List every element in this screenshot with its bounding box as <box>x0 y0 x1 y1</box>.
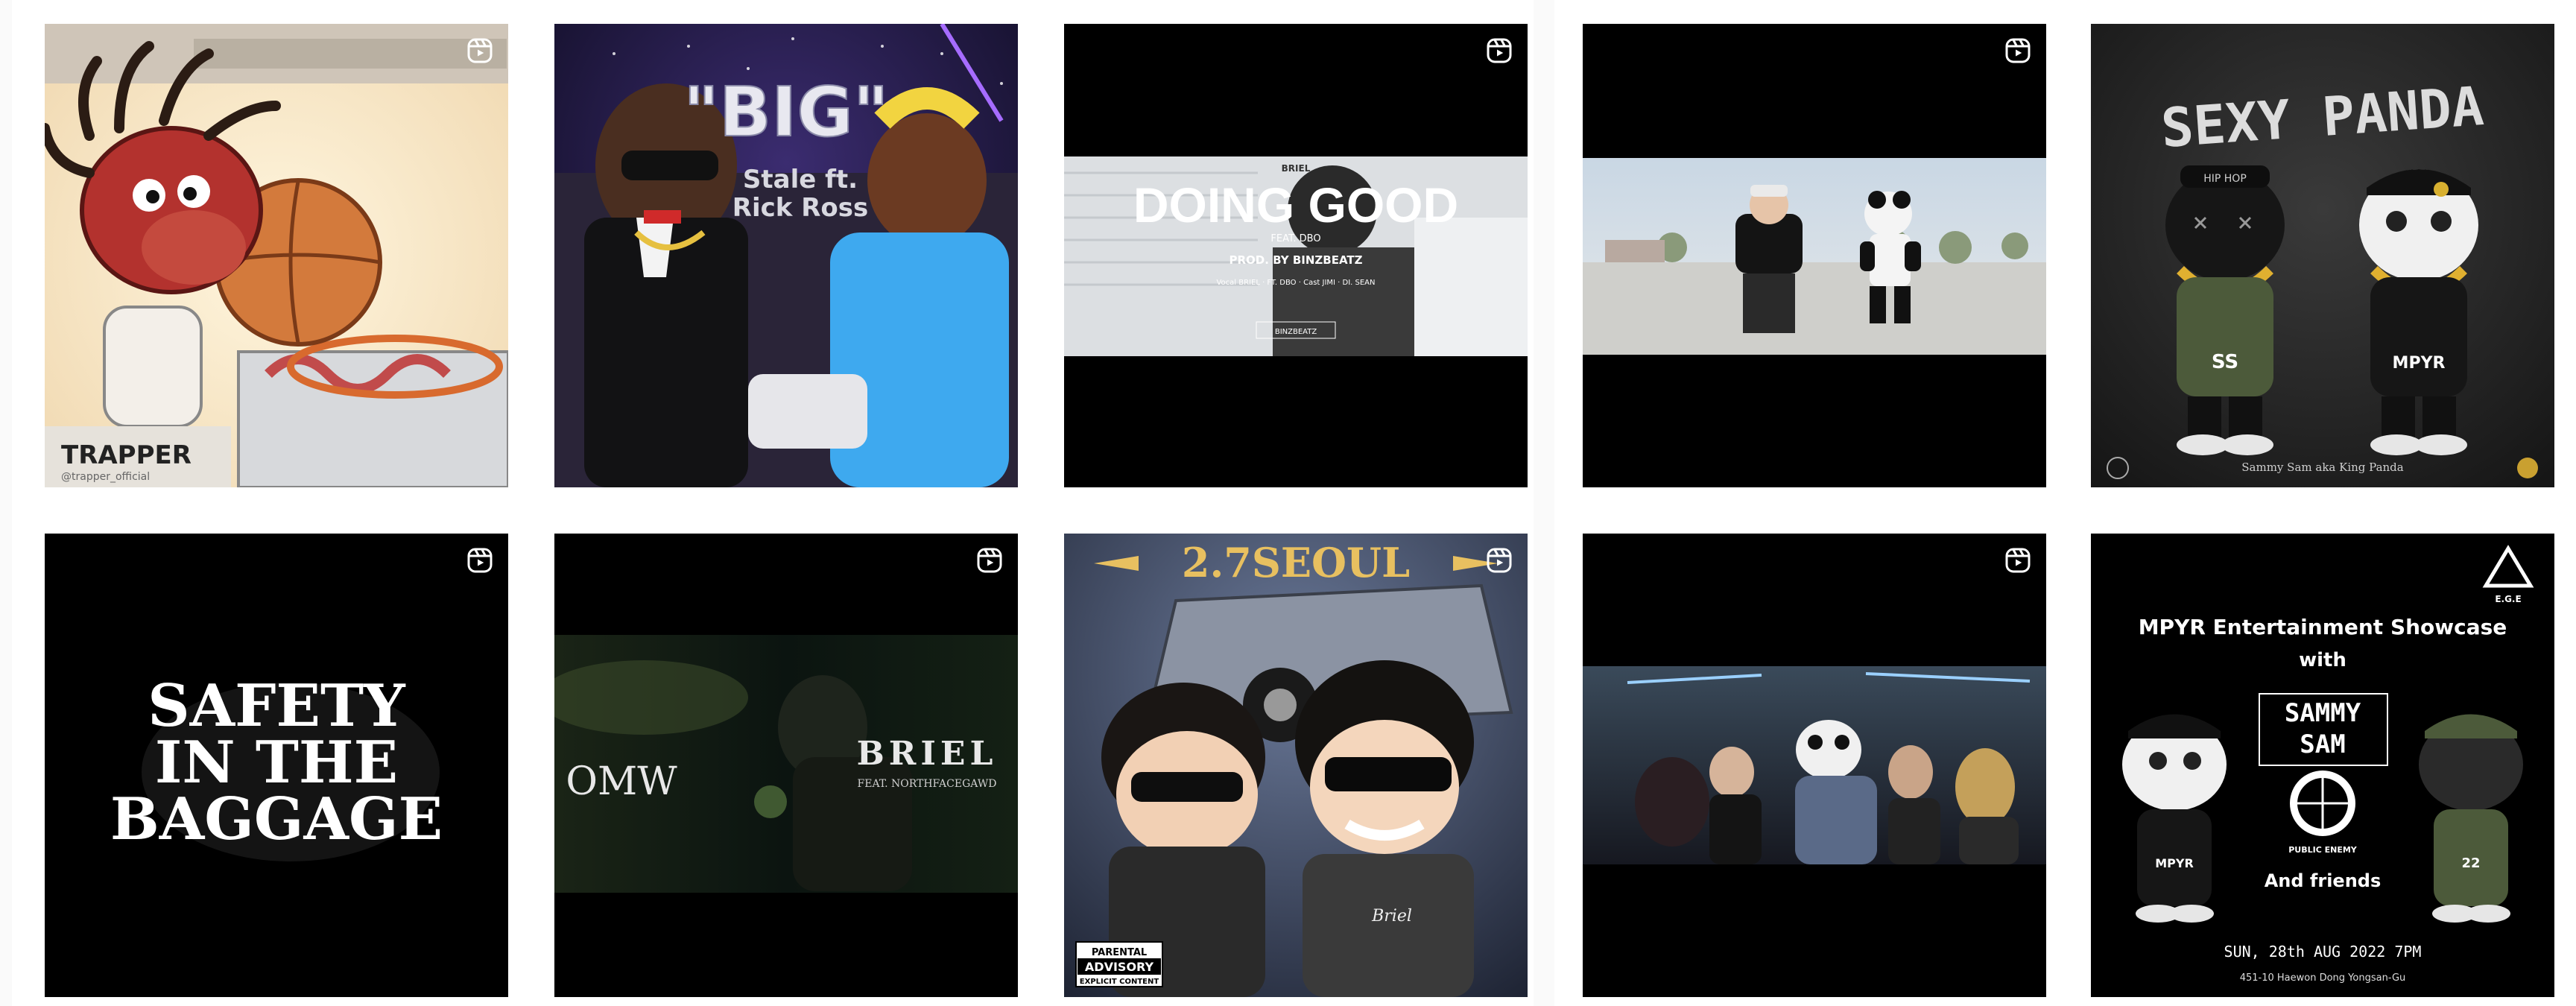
reel-thumbnail-doing-good: BRIEL DOING GOOD FEAT. DBO PROD. BY BINZ… <box>1064 24 1528 487</box>
reel-tile-panda-video[interactable] <box>1583 24 2046 487</box>
reel-thumbnail-27seoul: 2.7SEOUL Briel PARENTAL ADVISORY EXPLICI… <box>1064 534 1528 997</box>
reels-icon <box>1486 547 1513 574</box>
omw-title-text: OMW <box>566 759 677 804</box>
reel-tile-safety[interactable]: SAFETY IN THE BAGGAGE <box>45 534 508 997</box>
reel-tile-27seoul[interactable]: 2.7SEOUL Briel PARENTAL ADVISORY EXPLICI… <box>1064 534 1528 997</box>
reels-icon <box>1486 37 1513 64</box>
reel-thumbnail-big: "BIG" Stale ft. Rick Ross <box>554 24 1018 487</box>
doing-good-artist-text: BRIEL <box>1282 163 1311 174</box>
doing-good-credits-text: Vocal BRIEL · FT. DBO · Cast JIMI · DI. … <box>1216 279 1375 287</box>
seoul-title-text: 2.7SEOUL <box>1182 539 1410 586</box>
reel-thumbnail-omw: OMW BRIEL FEAT. NORTHFACEGAWD <box>554 534 1018 997</box>
reel-tile-sexy-panda[interactable]: SEXY PANDA HIP HOP SS MPYR Sammy Sam aka… <box>2091 24 2554 487</box>
reel-thumbnail-safety: SAFETY IN THE BAGGAGE <box>45 534 508 997</box>
sexy-panda-footer-text: Sammy Sam aka King Panda <box>2241 461 2404 474</box>
reels-icon <box>976 547 1003 574</box>
reel-thumbnail-trapper: TRAPPER @trapper_official <box>45 24 508 487</box>
big-title-text: "BIG" <box>683 72 889 152</box>
advisory-line1-text: PARENTAL <box>1092 947 1147 958</box>
safety-line3-text: BAGGAGE <box>110 785 443 853</box>
omw-feat-text: FEAT. NORTHFACEGAWD <box>858 778 997 790</box>
showcase-public-enemy-text: PUBLIC ENEMY <box>2288 845 2358 855</box>
reel-thumbnail-panda-video <box>1583 24 2046 487</box>
doing-good-title-text: DOING GOOD <box>1133 177 1458 232</box>
profile-grid-page: TRAPPER @trapper_official "BIG" Stale ft… <box>0 0 2576 1006</box>
reel-thumbnail-showcase: E.G.E MPYR Entertainment Showcase with S… <box>2091 534 2554 997</box>
panda-tag-left-text: SS <box>2212 351 2238 373</box>
showcase-fig-right-text: 22 <box>2461 855 2480 871</box>
showcase-with-text: with <box>2299 649 2346 671</box>
showcase-friends-text: And friends <box>2265 870 2382 891</box>
doing-good-prod-text: PROD. BY BINZBEATZ <box>1229 253 1362 267</box>
showcase-date-text: SUN, 28th AUG 2022 7PM <box>2224 943 2422 961</box>
reel-tile-club-video[interactable] <box>1583 534 2046 997</box>
showcase-headline-text: MPYR Entertainment Showcase <box>2139 615 2507 639</box>
reel-tile-trapper[interactable]: TRAPPER @trapper_official <box>45 24 508 487</box>
big-sub1-text: Stale ft. <box>743 165 858 194</box>
panda-cap-left-text: HIP HOP <box>2203 173 2247 185</box>
advisory-line3-text: EXPLICIT CONTENT <box>1080 978 1159 986</box>
reel-tile-big[interactable]: "BIG" Stale ft. Rick Ross <box>554 24 1018 487</box>
doing-good-feat-text: FEAT. DBO <box>1270 233 1320 244</box>
panda-tag-right-text: MPYR <box>2393 354 2446 373</box>
reel-tile-omw[interactable]: OMW BRIEL FEAT. NORTHFACEGAWD <box>554 534 1018 997</box>
reel-tile-doing-good[interactable]: BRIEL DOING GOOD FEAT. DBO PROD. BY BINZ… <box>1064 24 1528 487</box>
trapper-brand-text: TRAPPER <box>61 440 192 470</box>
advisory-line2-text: ADVISORY <box>1085 960 1154 974</box>
reels-icon <box>466 37 493 64</box>
reels-icon <box>2004 547 2031 574</box>
showcase-logo-text: E.G.E <box>2495 594 2521 604</box>
reel-thumbnail-sexy-panda: SEXY PANDA HIP HOP SS MPYR Sammy Sam aka… <box>2091 24 2554 487</box>
reel-thumbnail-club-video <box>1583 534 2046 997</box>
reels-icon <box>2004 37 2031 64</box>
reels-icon <box>466 547 493 574</box>
showcase-fig-left-text: MPYR <box>2155 856 2194 870</box>
reel-tile-showcase[interactable]: E.G.E MPYR Entertainment Showcase with S… <box>2091 534 2554 997</box>
seoul-jacket-text: Briel <box>1371 907 1412 926</box>
showcase-name1-text: SAMMY <box>2285 698 2361 728</box>
trapper-handle-text: @trapper_official <box>61 471 150 483</box>
doing-good-logo-text: BINZBEATZ <box>1275 328 1317 336</box>
showcase-name2-text: SAM <box>2300 730 2345 759</box>
showcase-address-text: 451-10 Haewon Dong Yongsan-Gu <box>2240 972 2406 984</box>
big-sub2-text: Rick Ross <box>732 193 868 223</box>
omw-artist-text: BRIEL <box>857 735 998 773</box>
